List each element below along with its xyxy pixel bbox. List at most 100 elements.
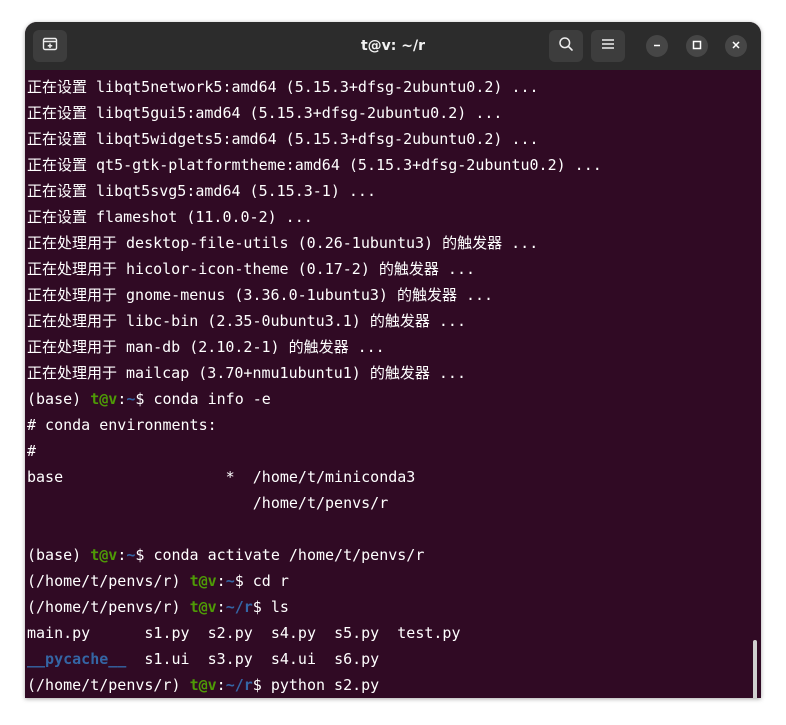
output-text: 正在处理用于 hicolor-icon-theme (0.17-2) 的触发器 … xyxy=(27,260,476,278)
output-text: 正在处理用于 libc-bin (2.35-0ubuntu3.1) 的触发器 .… xyxy=(27,312,466,330)
file-entry: s3.py xyxy=(207,650,253,668)
command-text: cd r xyxy=(252,572,289,590)
output-line: main.py s1.py s2.py s4.py s5.py test.py xyxy=(27,620,602,646)
output-line: # conda environments: xyxy=(27,412,602,438)
output-text: # xyxy=(27,442,37,460)
output-line: base * /home/t/miniconda3 xyxy=(27,464,602,490)
new-tab-button[interactable] xyxy=(33,30,67,62)
prompt-user: t@v xyxy=(90,390,118,408)
file-entry: s4.py xyxy=(270,624,316,642)
new-tab-icon xyxy=(42,36,58,57)
output-line: 正在处理用于 mailcap (3.70+nmu1ubuntu1) 的触发器 .… xyxy=(27,360,602,386)
output-line: 正在处理用于 gnome-menus (3.36.0-1ubuntu3) 的触发… xyxy=(27,282,602,308)
output-line: 正在处理用于 libc-bin (2.35-0ubuntu3.1) 的触发器 .… xyxy=(27,308,602,334)
prompt-user: t@v xyxy=(189,676,217,694)
file-entry: test.py xyxy=(397,624,461,642)
output-line: 正在处理用于 desktop-file-utils (0.26-1ubuntu3… xyxy=(27,230,602,256)
output-text: 正在设置 libqt5network5:amd64 (5.15.3+dfsg-2… xyxy=(27,78,539,96)
output-line: __pycache__ s1.ui s3.py s4.ui s6.py xyxy=(27,646,602,672)
prompt-line: (/home/t/penvs/r) t@v:~$ cd r xyxy=(27,568,602,594)
minimize-icon xyxy=(652,37,662,55)
output-text: 正在设置 qt5-gtk-platformtheme:amd64 (5.15.3… xyxy=(27,156,602,174)
command-text: conda info -e xyxy=(153,390,271,408)
prompt-line: (base) t@v:~$ conda info -e xyxy=(27,386,602,412)
scrollbar[interactable] xyxy=(753,640,757,698)
prompt-symbol: $ xyxy=(252,598,271,616)
prompt-separator: : xyxy=(216,676,226,694)
prompt-line: (base) t@v:~$ conda activate /home/t/pen… xyxy=(27,542,602,568)
output-line: 正在处理用于 man-db (2.10.2-1) 的触发器 ... xyxy=(27,334,602,360)
prompt-separator: : xyxy=(117,546,127,564)
maximize-icon xyxy=(692,37,702,55)
output-line: # xyxy=(27,438,602,464)
prompt-user: t@v xyxy=(189,598,217,616)
search-button[interactable] xyxy=(549,30,583,62)
prompt-env: (/home/t/penvs/r) xyxy=(27,676,190,694)
prompt-path: ~/r xyxy=(225,676,253,694)
prompt-env: (/home/t/penvs/r) xyxy=(27,598,190,616)
output-line: 正在设置 libqt5gui5:amd64 (5.15.3+dfsg-2ubun… xyxy=(27,100,602,126)
command-text: python s2.py xyxy=(270,676,380,694)
prompt-line: (/home/t/penvs/r) t@v:~/r$ python s2.py xyxy=(27,672,602,698)
minimize-button[interactable] xyxy=(646,35,668,57)
output-text: 正在处理用于 man-db (2.10.2-1) 的触发器 ... xyxy=(27,338,385,356)
prompt-symbol: $ xyxy=(135,390,154,408)
file-entry: main.py xyxy=(27,624,91,642)
file-entry: s1.ui xyxy=(144,650,190,668)
prompt-symbol: $ xyxy=(234,572,253,590)
output-text: 正在设置 libqt5svg5:amd64 (5.15.3-1) ... xyxy=(27,182,376,200)
search-icon xyxy=(558,36,574,57)
prompt-separator: : xyxy=(117,390,127,408)
command-text: conda activate /home/t/penvs/r xyxy=(153,546,425,564)
output-text: 正在处理用于 gnome-menus (3.36.0-1ubuntu3) 的触发… xyxy=(27,286,494,304)
prompt-user: t@v xyxy=(90,546,118,564)
output-line: /home/t/penvs/r xyxy=(27,490,602,516)
hamburger-menu-icon xyxy=(601,37,615,56)
directory-entry: __pycache__ xyxy=(27,650,127,668)
terminal-window: t@v: ~/r 正在设置 libqt5network5:amd64 (5.15… xyxy=(25,22,761,698)
close-icon xyxy=(731,37,741,55)
prompt-symbol: $ xyxy=(252,676,271,694)
maximize-button[interactable] xyxy=(686,35,708,57)
prompt-user: t@v xyxy=(189,572,217,590)
output-text: base * /home/t/miniconda3 xyxy=(27,468,416,486)
output-line: 正在设置 libqt5network5:amd64 (5.15.3+dfsg-2… xyxy=(27,74,602,100)
file-entry: s6.py xyxy=(334,650,380,668)
terminal-output[interactable]: 正在设置 libqt5network5:amd64 (5.15.3+dfsg-2… xyxy=(25,70,761,698)
output-line: 正在设置 libqt5widgets5:amd64 (5.15.3+dfsg-2… xyxy=(27,126,602,152)
prompt-path: ~/r xyxy=(225,598,253,616)
output-text: # conda environments: xyxy=(27,416,217,434)
file-entry: s4.ui xyxy=(270,650,316,668)
file-entry: s5.py xyxy=(334,624,380,642)
title-bar[interactable]: t@v: ~/r xyxy=(25,22,761,70)
prompt-symbol: $ xyxy=(135,546,154,564)
output-line: 正在设置 qt5-gtk-platformtheme:amd64 (5.15.3… xyxy=(27,152,602,178)
output-line: 正在处理用于 hicolor-icon-theme (0.17-2) 的触发器 … xyxy=(27,256,602,282)
output-line: 正在设置 flameshot (11.0.0-2) ... xyxy=(27,204,602,230)
prompt-env: (base) xyxy=(27,546,91,564)
output-line: 正在设置 libqt5svg5:amd64 (5.15.3-1) ... xyxy=(27,178,602,204)
close-button[interactable] xyxy=(725,35,747,57)
prompt-env: (/home/t/penvs/r) xyxy=(27,572,190,590)
output-text: 正在设置 flameshot (11.0.0-2) ... xyxy=(27,208,313,226)
command-text: ls xyxy=(270,598,289,616)
terminal-lines: 正在设置 libqt5network5:amd64 (5.15.3+dfsg-2… xyxy=(27,74,602,698)
output-text: /home/t/penvs/r xyxy=(27,494,389,512)
prompt-env: (base) xyxy=(27,390,91,408)
prompt-separator: : xyxy=(216,598,226,616)
prompt-separator: : xyxy=(216,572,226,590)
menu-button[interactable] xyxy=(591,30,625,62)
output-text: 正在设置 libqt5gui5:amd64 (5.15.3+dfsg-2ubun… xyxy=(27,104,503,122)
prompt-line: (/home/t/penvs/r) t@v:~/r$ ls xyxy=(27,594,602,620)
prompt-path: ~ xyxy=(225,572,235,590)
